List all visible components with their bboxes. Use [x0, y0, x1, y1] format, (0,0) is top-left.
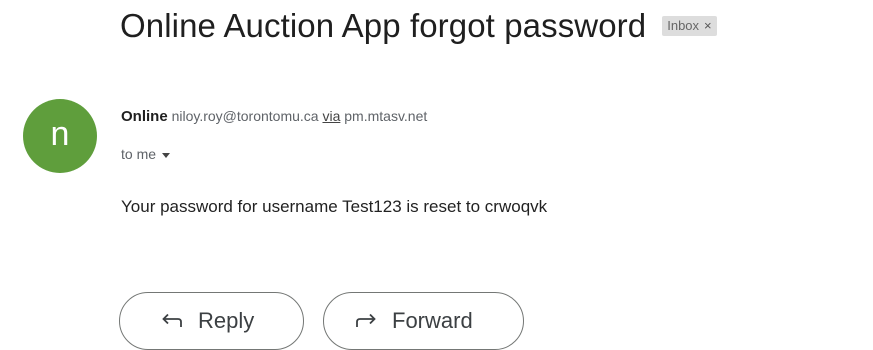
- sender-email: niloy.roy@torontomu.ca: [171, 108, 319, 124]
- email-subject: Online Auction App forgot password: [120, 7, 647, 44]
- label-text: Inbox: [667, 18, 700, 33]
- via-link[interactable]: via: [322, 108, 340, 124]
- forward-arrow-icon: [356, 313, 376, 327]
- chevron-down-icon[interactable]: [162, 152, 171, 158]
- recipient-text: to me: [121, 146, 157, 162]
- forward-button[interactable]: Forward: [323, 292, 524, 350]
- reply-button[interactable]: Reply: [119, 292, 304, 350]
- inbox-label-chip[interactable]: Inbox ×: [662, 16, 717, 36]
- email-body: Your password for username Test123 is re…: [121, 197, 548, 216]
- email-view: Online Auction App forgot password Inbox…: [0, 0, 873, 350]
- forward-label: Forward: [392, 308, 473, 333]
- sender-avatar[interactable]: n: [23, 99, 97, 173]
- remove-label-icon[interactable]: ×: [704, 18, 712, 34]
- via-domain: pm.mtasv.net: [344, 108, 428, 124]
- sender-name[interactable]: Online: [121, 108, 168, 125]
- avatar-letter: n: [50, 115, 70, 153]
- reply-label: Reply: [198, 308, 255, 333]
- sender-line: Online niloy.roy@torontomu.ca via pm.mta…: [121, 108, 427, 125]
- recipient-details-toggle[interactable]: to me: [121, 146, 171, 162]
- subject-row: Online Auction App forgot password Inbox…: [120, 6, 717, 46]
- reply-arrow-icon: [162, 313, 182, 327]
